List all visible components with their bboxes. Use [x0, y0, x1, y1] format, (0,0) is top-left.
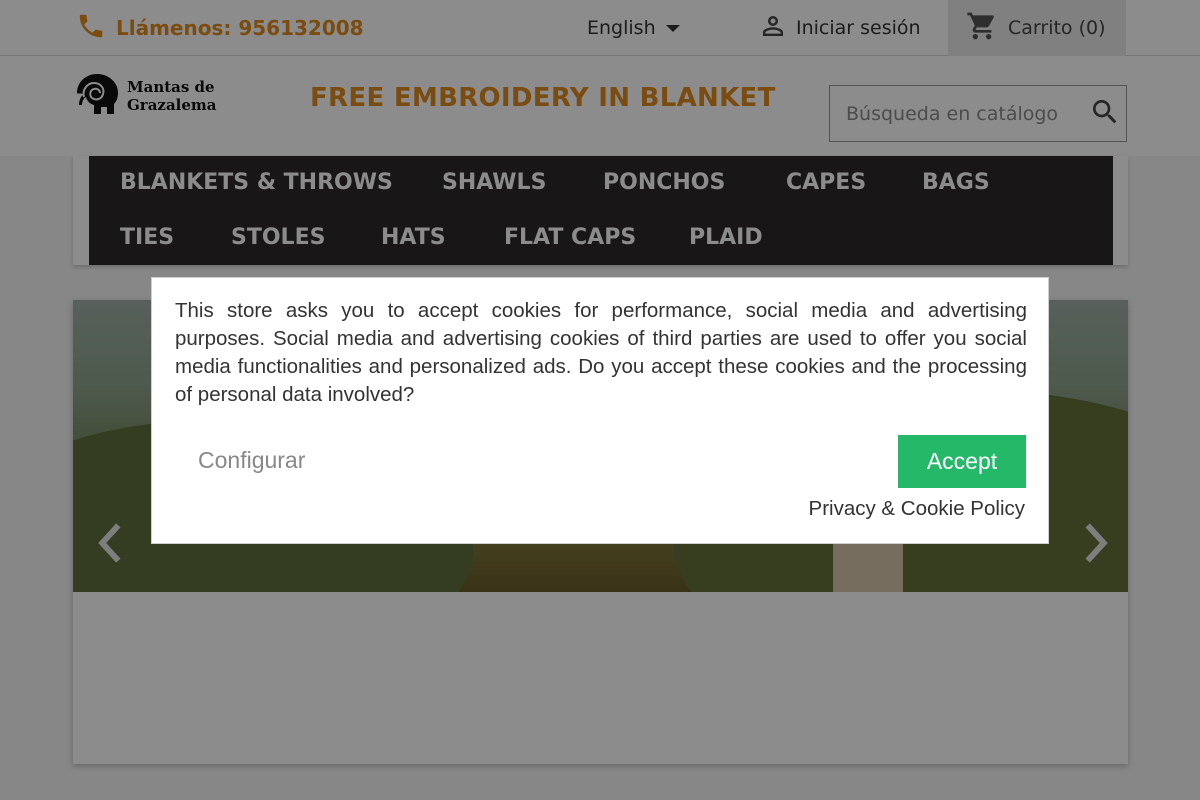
accept-cookies-button[interactable]: Accept: [898, 435, 1026, 488]
cookie-consent-modal: This store asks you to accept cookies fo…: [151, 277, 1049, 544]
privacy-policy-link[interactable]: Privacy & Cookie Policy: [809, 497, 1025, 521]
configure-cookies-button[interactable]: Configurar: [198, 447, 305, 474]
cookie-message: This store asks you to accept cookies fo…: [175, 299, 1027, 406]
